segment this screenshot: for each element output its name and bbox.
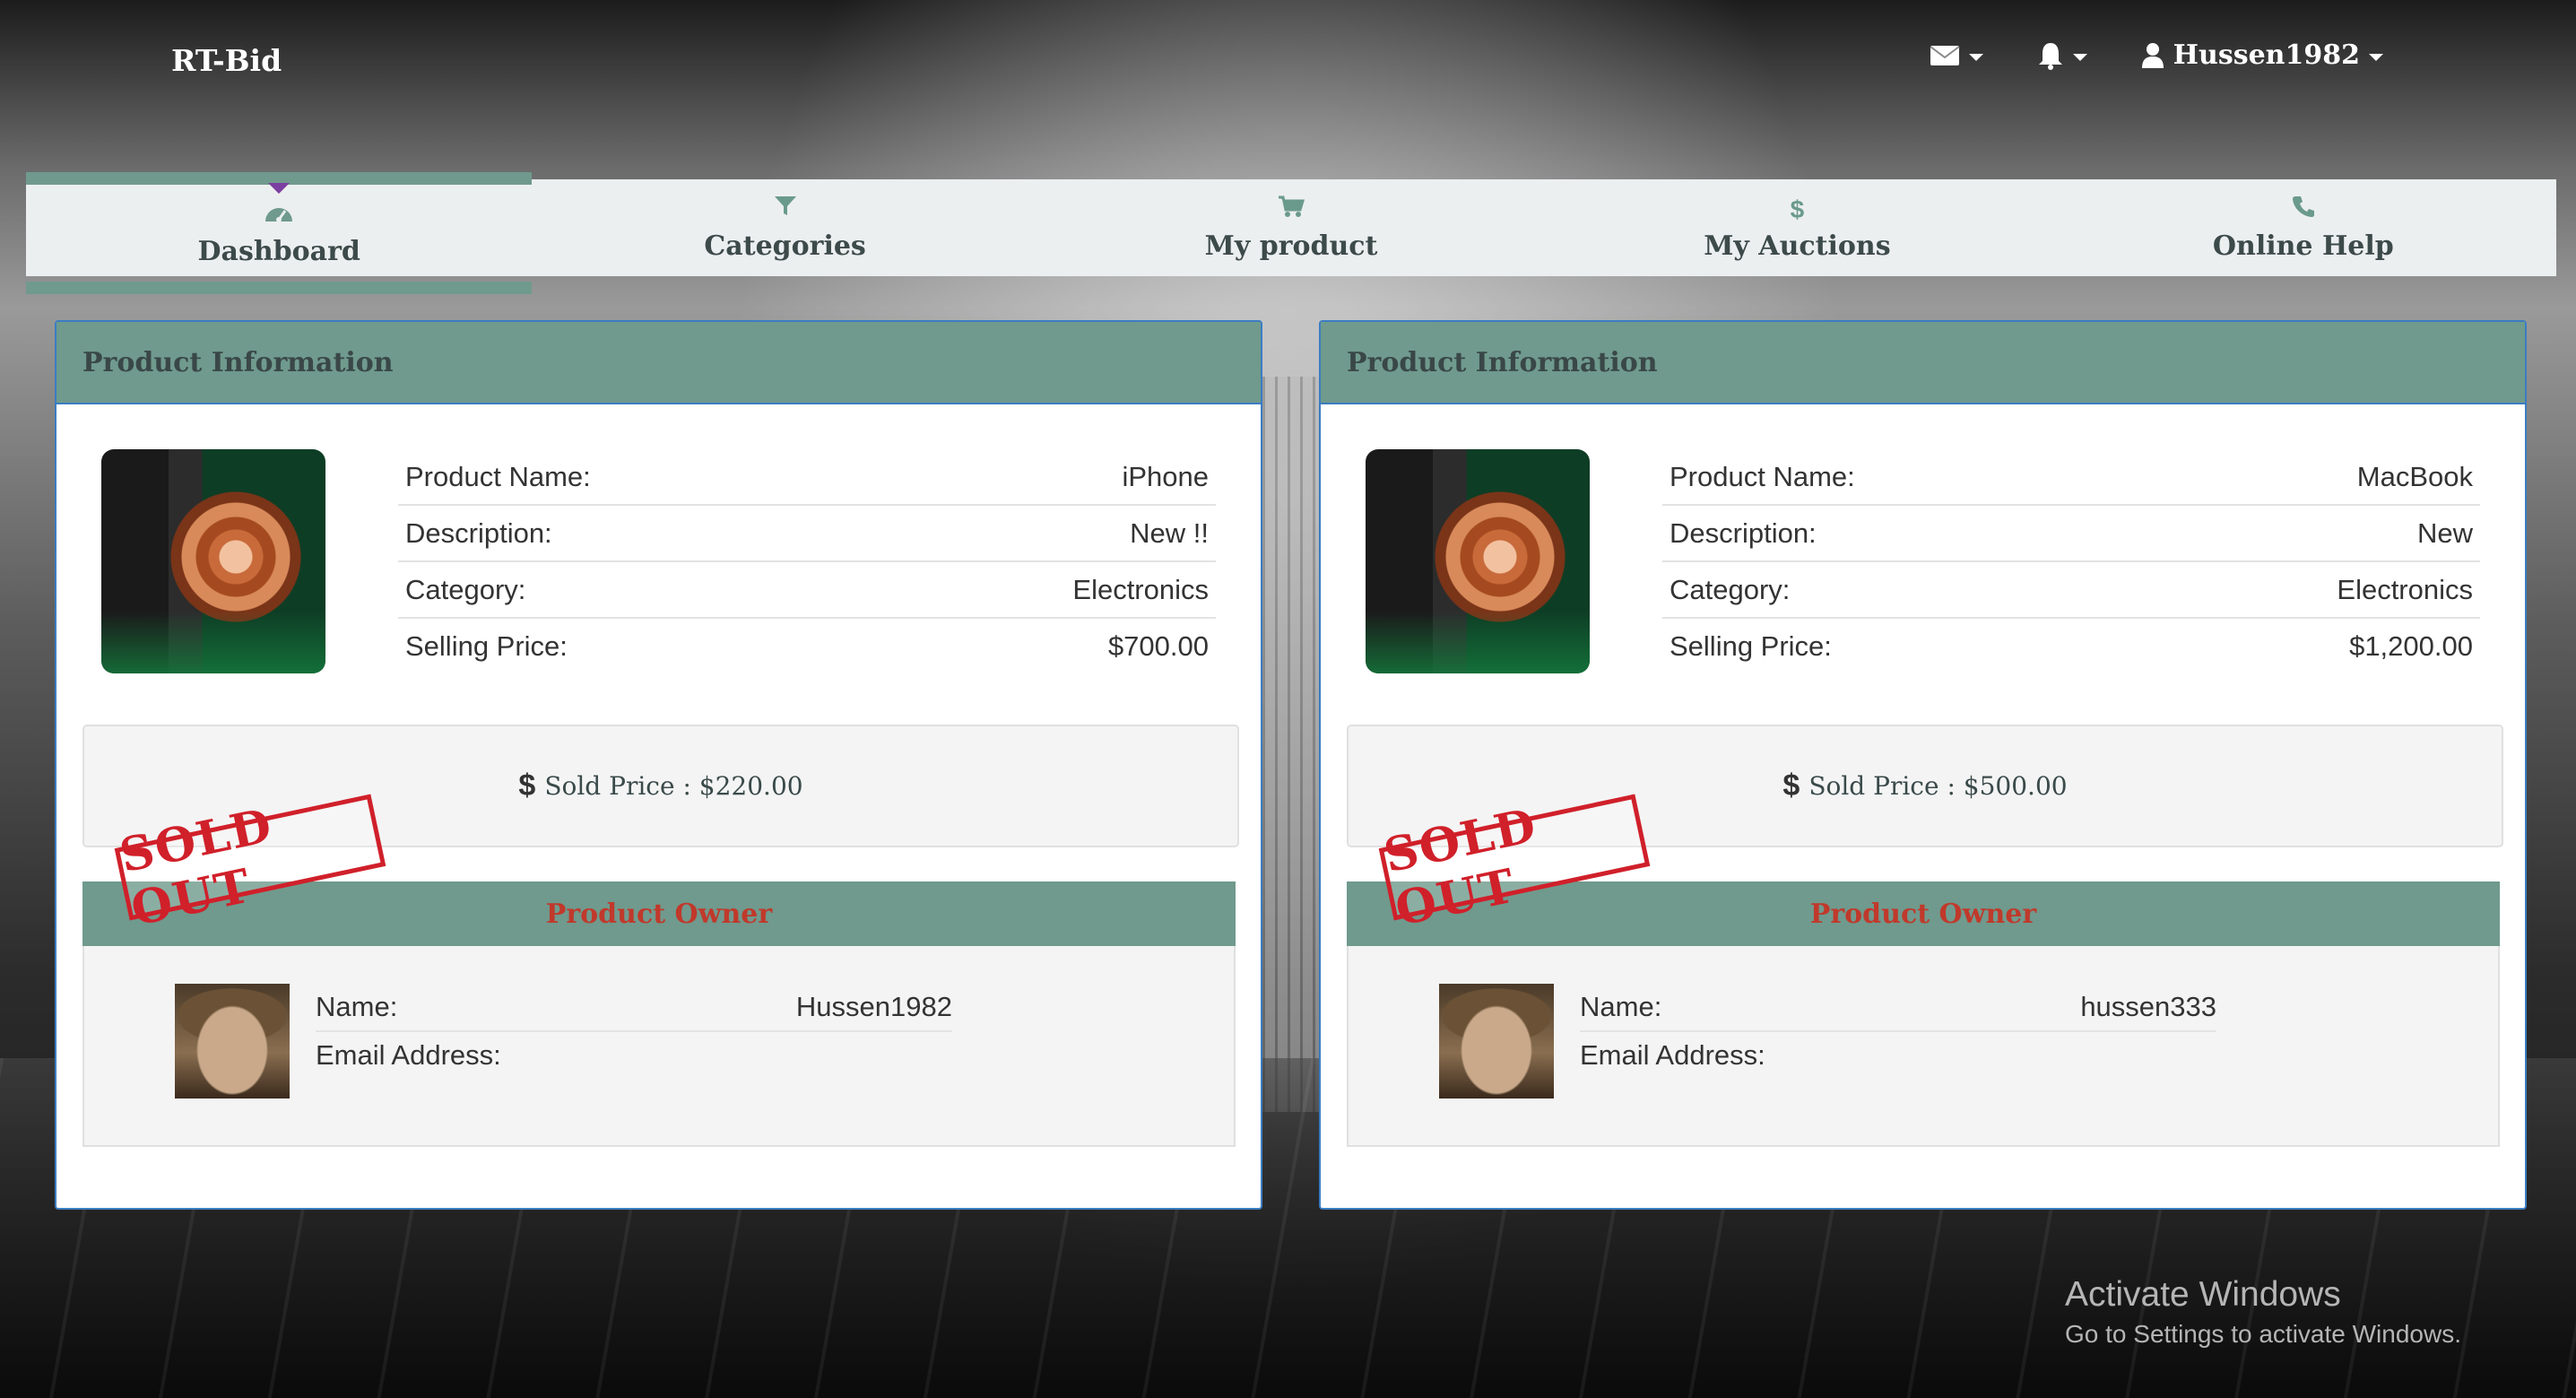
owner-label: Name: — [1580, 991, 1662, 1022]
tab-label: Online Help — [2212, 230, 2394, 262]
product-image — [101, 449, 325, 673]
tab-my-auctions[interactable]: $ My Auctions — [1544, 179, 2050, 276]
panel-header: Product Information — [1321, 322, 2525, 404]
owner-row: Name: hussen333 — [1580, 984, 2216, 1032]
info-label: Category: — [405, 573, 526, 605]
user-dropdown[interactable]: Hussen1982 — [2141, 39, 2383, 71]
tab-label: Categories — [704, 230, 866, 262]
top-bar: RT-Bid Hussen1982 — [0, 0, 2576, 126]
info-label: Product Name: — [1670, 460, 1855, 492]
info-value: iPhone — [1122, 460, 1209, 492]
active-indicator — [268, 183, 291, 194]
tab-label: My Auctions — [1704, 230, 1891, 262]
info-value: New !! — [1130, 517, 1209, 549]
info-row: Description: New !! — [398, 506, 1216, 562]
info-label: Description: — [1670, 517, 1817, 549]
chevron-down-icon — [2369, 53, 2383, 61]
notifications-dropdown[interactable] — [2037, 41, 2087, 70]
brand-logo[interactable]: RT-Bid — [171, 43, 282, 78]
owner-body: Name: Hussen1982 Email Address: — [82, 946, 1236, 1147]
tab-categories[interactable]: Categories — [532, 179, 1037, 276]
top-right-menu: Hussen1982 — [1930, 39, 2383, 71]
info-value: $1,200.00 — [2349, 630, 2473, 662]
tab-dashboard[interactable]: Dashboard — [26, 172, 533, 294]
info-value: New — [2416, 517, 2473, 549]
owner-title: Product Owner — [1809, 898, 2037, 930]
owner-label: Email Address: — [316, 1039, 501, 1071]
envelope-icon — [1930, 45, 1960, 65]
messages-dropdown[interactable] — [1930, 44, 1983, 67]
owner-value: Hussen1982 — [795, 991, 952, 1022]
info-label: Selling Price: — [1670, 630, 1832, 662]
panel-title: Product Information — [82, 346, 394, 378]
product-image — [1366, 449, 1590, 673]
phone-icon — [2292, 195, 2315, 225]
dashboard-icon — [264, 200, 294, 230]
main-nav: Dashboard Categories My product $ My Auc… — [26, 172, 2556, 294]
panel-header: Product Information — [56, 322, 1261, 404]
cart-icon — [1278, 195, 1305, 225]
chevron-down-icon — [1968, 53, 1983, 61]
info-label: Selling Price: — [405, 630, 568, 662]
info-row: Category: Electronics — [1662, 562, 2480, 619]
info-label: Category: — [1670, 573, 1791, 605]
info-label: Description: — [405, 517, 552, 549]
owner-row: Email Address: — [316, 1032, 952, 1079]
info-row: Category: Electronics — [398, 562, 1216, 619]
avatar — [175, 984, 290, 1098]
product-panel: Product Information Product Name: MacBook… — [1319, 320, 2527, 1210]
activate-windows-watermark: Activate Windows Go to Settings to activ… — [2065, 1275, 2461, 1349]
owner-info-table: Name: hussen333 Email Address: — [1580, 984, 2216, 1079]
info-value: Electronics — [1072, 573, 1209, 605]
info-value: $700.00 — [1107, 630, 1209, 662]
tab-label: Dashboard — [197, 235, 360, 267]
bell-icon — [2038, 42, 2062, 70]
info-row: Selling Price: $1,200.00 — [1662, 619, 2480, 673]
watermark-subtitle: Go to Settings to activate Windows. — [2065, 1320, 2461, 1348]
product-info-table: Product Name: MacBook Description: New Cat… — [1662, 449, 2480, 673]
filter-icon — [774, 195, 797, 225]
owner-row: Email Address: — [1580, 1032, 2216, 1079]
watermark-title: Activate Windows — [2065, 1275, 2341, 1314]
owner-title: Product Owner — [545, 898, 773, 930]
tab-label: My product — [1204, 230, 1378, 262]
owner-label: Name: — [316, 991, 398, 1022]
product-info-table: Product Name: iPhone Description: New !! C… — [398, 449, 1216, 673]
info-row: Product Name: MacBook — [1662, 449, 2480, 506]
owner-info-table: Name: Hussen1982 Email Address: — [316, 984, 952, 1079]
info-label: Product Name: — [405, 460, 591, 492]
panel-title: Product Information — [1347, 346, 1658, 378]
product-panel: Product Information Product Name: iPhone … — [55, 320, 1262, 1210]
avatar — [1439, 984, 1554, 1098]
owner-row: Name: Hussen1982 — [316, 984, 952, 1032]
info-row: Selling Price: $700.00 — [398, 619, 1216, 673]
info-row: Description: New — [1662, 506, 2480, 562]
user-icon — [2141, 42, 2164, 68]
tab-my-product[interactable]: My product — [1038, 179, 1544, 276]
dollar-icon: $ — [1790, 195, 1805, 223]
sold-price-text: Sold Price : $220.00 — [544, 771, 803, 801]
info-row: Product Name: iPhone — [398, 449, 1216, 506]
info-value: Electronics — [2337, 573, 2473, 605]
owner-label: Email Address: — [1580, 1039, 1765, 1071]
sold-price-text: Sold Price : $500.00 — [1808, 771, 2068, 801]
owner-value: hussen333 — [2080, 991, 2216, 1022]
chevron-down-icon — [2072, 53, 2087, 61]
username-label: Hussen1982 — [2173, 39, 2360, 71]
tab-online-help[interactable]: Online Help — [2051, 179, 2556, 276]
info-value: MacBook — [2356, 460, 2473, 492]
owner-body: Name: hussen333 Email Address: — [1347, 946, 2500, 1147]
dollar-icon: $ — [518, 768, 536, 803]
dollar-icon: $ — [1782, 768, 1800, 803]
